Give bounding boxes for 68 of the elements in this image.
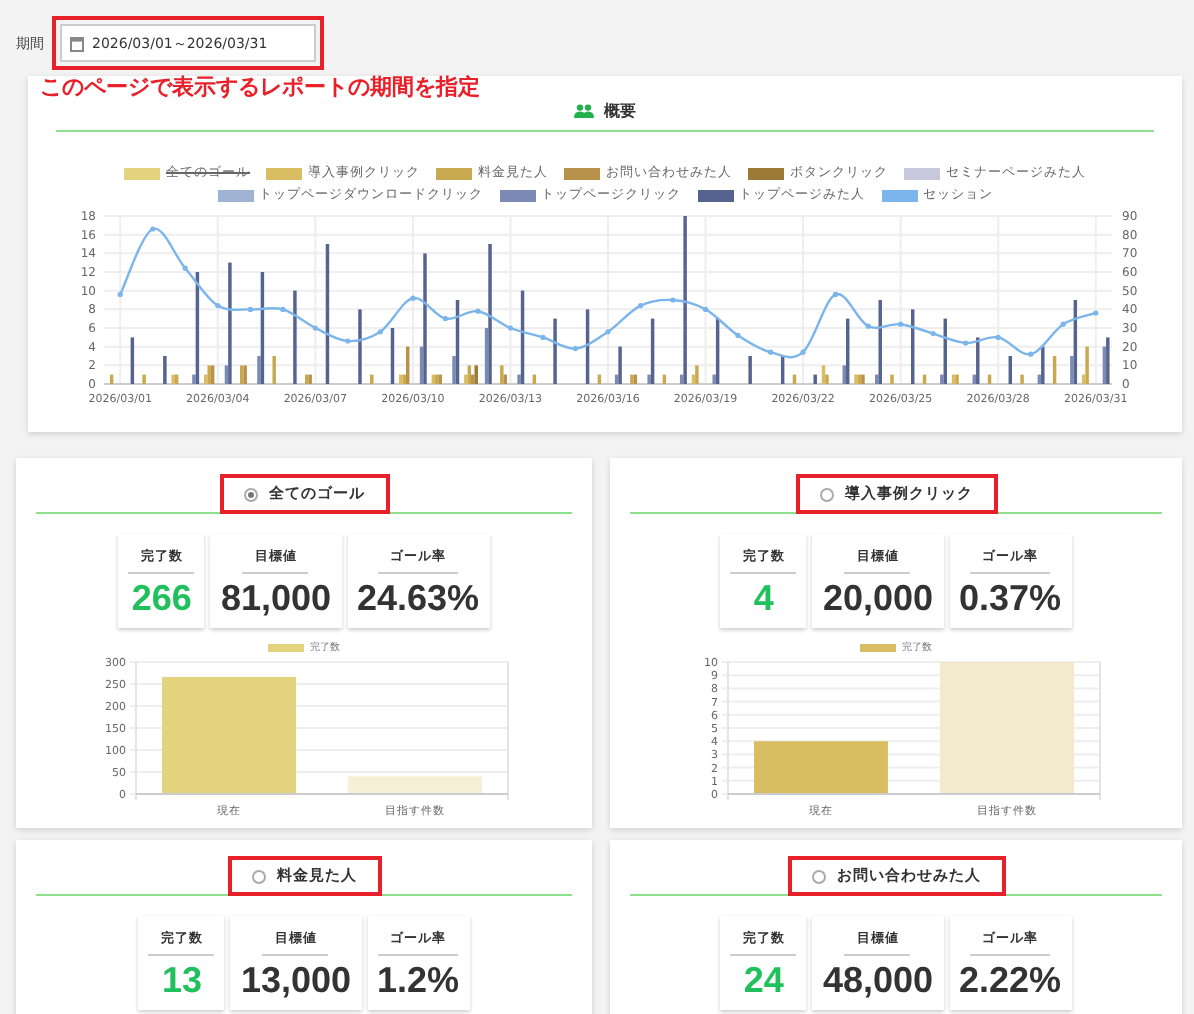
line-point (150, 226, 156, 232)
line-point (410, 295, 416, 301)
radio-button[interactable] (243, 487, 257, 501)
line-point (1028, 351, 1034, 357)
line-point (540, 334, 546, 340)
stat-value: 13 (161, 962, 202, 1000)
line-point (377, 329, 383, 335)
line-point (768, 349, 774, 355)
stat-value: 81,000 (220, 580, 331, 618)
chart-bar (162, 676, 296, 794)
line-point (995, 334, 1001, 340)
line-point (572, 346, 578, 352)
line-point (800, 349, 806, 355)
card-title: 概要 (604, 100, 636, 122)
stat-value: 2.22% (959, 962, 1062, 1000)
chart-bar (987, 374, 992, 384)
calendar-icon (70, 35, 84, 51)
line-point (345, 338, 351, 344)
chart-bar (109, 374, 114, 384)
line-point (735, 332, 741, 338)
chart-bar (532, 374, 537, 384)
line-point (963, 340, 969, 346)
line-point (507, 325, 513, 331)
annotation-text: このページで表示するレポートの期間を指定 (40, 72, 480, 102)
stat-value: 20,000 (822, 580, 933, 618)
line-point (182, 265, 188, 271)
chart-bar (662, 374, 667, 384)
line-point (930, 331, 936, 337)
line-point (475, 308, 481, 314)
chart-bar (922, 374, 927, 384)
radio-button[interactable] (251, 869, 265, 883)
stat-value: 266 (131, 580, 192, 618)
stat-value: 24 (743, 962, 784, 1000)
stat-value: 48,000 (822, 962, 933, 1000)
line-point (833, 291, 839, 297)
chart-bar (940, 662, 1074, 794)
chart-bar (754, 741, 888, 794)
line-point (898, 321, 904, 327)
line-point (605, 329, 611, 335)
chart-bar (780, 356, 785, 384)
chart-bar (325, 244, 330, 384)
line-point (670, 297, 676, 303)
stat-value: 0.37% (959, 580, 1062, 618)
chart-bar (130, 337, 135, 384)
stat-value: 13,000 (240, 962, 352, 1000)
stat-value: 4 (753, 580, 774, 618)
chart-bar (1052, 356, 1057, 384)
line-point (247, 306, 253, 312)
line-point (215, 303, 221, 309)
radio-button[interactable] (819, 487, 833, 501)
chart-bar (348, 776, 482, 794)
line-point (865, 323, 871, 329)
chart-bar (585, 309, 590, 384)
line-point (442, 316, 448, 322)
chart-bar (792, 374, 797, 384)
stat-value: 24.63% (357, 580, 480, 618)
chart-bar (390, 328, 395, 384)
users-icon (574, 104, 594, 118)
line-point (280, 306, 286, 312)
stat-value: 1.2% (377, 962, 460, 1000)
line-point (312, 325, 318, 331)
line-point (703, 306, 709, 312)
line-point (117, 291, 123, 297)
line-point (1060, 321, 1066, 327)
line-point (1093, 310, 1099, 316)
radio-button[interactable] (811, 869, 825, 883)
chart-bar (597, 374, 602, 384)
line-point (638, 303, 644, 309)
